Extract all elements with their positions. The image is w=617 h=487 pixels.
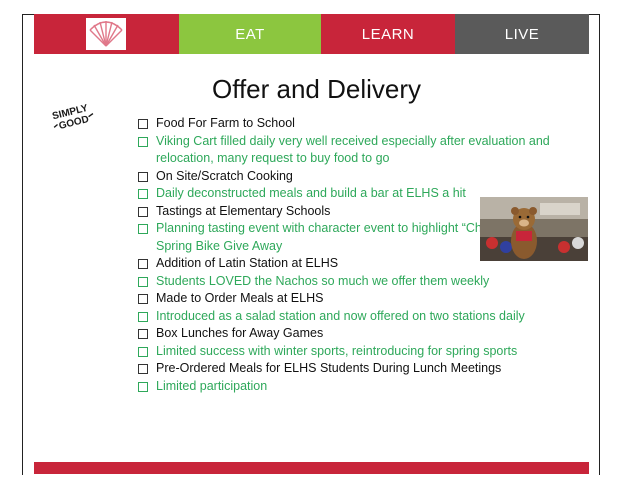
simply-good-logo: SIMPLY GOOD (51, 103, 94, 132)
top-nav-bar: EAT LEARN LIVE (34, 14, 589, 54)
list-subitem: Limited success with winter sports, rein… (138, 343, 558, 361)
list-item-text: Limited success with winter sports, rein… (156, 343, 518, 358)
bottom-bar (34, 462, 589, 474)
list-item-text: Limited participation (156, 378, 268, 393)
checkbox-bullet-icon (138, 329, 148, 339)
list-item-text: Box Lunches for Away Games (156, 326, 324, 340)
list-item-text: Students LOVED the Nachos so much we off… (156, 273, 490, 288)
checkbox-bullet-icon (138, 381, 148, 392)
list-item-text: On Site/Scratch Cooking (156, 168, 293, 183)
list-subitem: Introduced as a salad station and now of… (138, 308, 558, 326)
list-item: Pre-Ordered Meals for ELHS Students Duri… (138, 360, 558, 378)
list-item-text: Pre-Ordered Meals for ELHS Students Duri… (156, 361, 502, 375)
list-subitem: Viking Cart filled daily very well recei… (138, 133, 558, 168)
nav-tab-live-label: LIVE (504, 25, 540, 43)
checkbox-bullet-icon (138, 189, 148, 199)
nav-tab-eat[interactable]: EAT (179, 14, 321, 54)
list-item-text: Viking Cart filled daily very well recei… (156, 133, 550, 166)
list-item-text: Daily deconstructed meals and build a ba… (156, 186, 466, 200)
checkbox-bullet-icon (138, 206, 148, 217)
checkbox-bullet-icon (138, 346, 148, 357)
list-subitem: Students LOVED the Nachos so much we off… (138, 273, 558, 291)
checkbox-bullet-icon (138, 224, 148, 234)
nav-logo-segment (34, 14, 179, 54)
checkbox-bullet-icon (138, 136, 148, 147)
list-item-text: Introduced as a salad station and now of… (156, 308, 525, 323)
list-item-text: Made to Order Meals at ELHS (156, 291, 324, 305)
mascot-photo (480, 197, 588, 261)
nav-tab-eat-label: EAT (235, 25, 265, 43)
list-item: Made to Order Meals at ELHS (138, 290, 558, 308)
nav-tab-learn-label: LEARN (361, 25, 415, 43)
list-item-text: Addition of Latin Station at ELHS (156, 256, 339, 270)
checkbox-bullet-icon (138, 364, 148, 374)
checkbox-bullet-icon (138, 311, 148, 322)
list-item: On Site/Scratch Cooking (138, 168, 558, 186)
nav-tab-live[interactable]: LIVE (455, 14, 589, 54)
checkbox-bullet-icon (138, 119, 148, 129)
checkbox-bullet-icon (138, 259, 148, 269)
slide: EAT LEARN LIVE Offer and Delivery SIMPLY… (34, 14, 589, 474)
checkbox-bullet-icon (138, 171, 148, 182)
list-item-text: Tastings at Elementary Schools (156, 203, 331, 218)
nav-tab-learn[interactable]: LEARN (321, 14, 455, 54)
list-item: Box Lunches for Away Games (138, 325, 558, 343)
list-subitem: Limited participation (138, 378, 558, 396)
shell-logo-icon (86, 18, 126, 50)
list-item: Food For Farm to School (138, 115, 558, 133)
checkbox-bullet-icon (138, 276, 148, 287)
checkbox-bullet-icon (138, 294, 148, 304)
slide-title: Offer and Delivery (211, 74, 422, 104)
list-item-text: Food For Farm to School (156, 116, 295, 130)
